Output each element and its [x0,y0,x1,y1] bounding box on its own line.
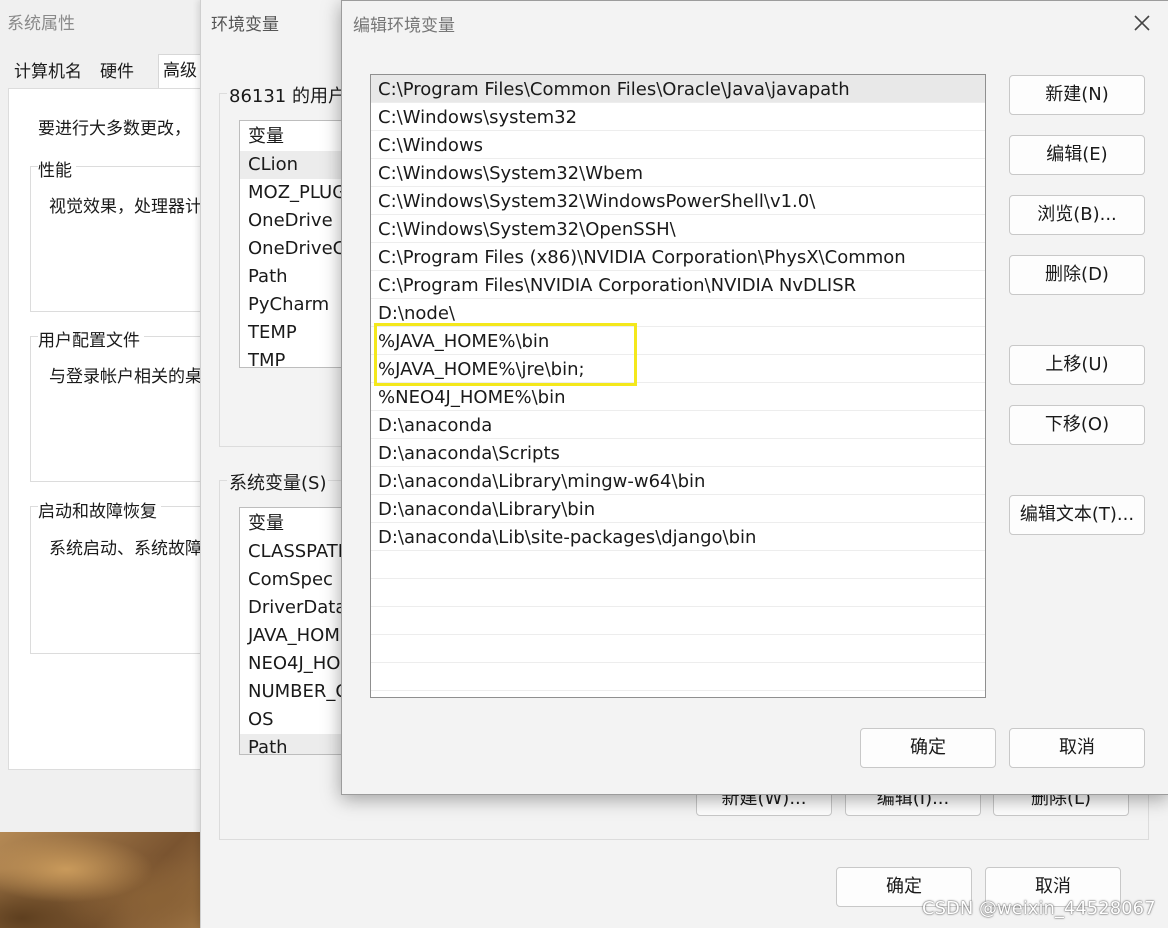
path-item[interactable]: C:\Windows\System32\Wbem [371,159,985,187]
browse-button[interactable]: 浏览(B)... [1009,195,1145,235]
system-vars-label: 系统变量(S) [227,469,329,495]
delete-button[interactable]: 删除(D) [1009,255,1145,295]
window-title: 环境变量 [211,15,279,35]
new-button[interactable]: 新建(N) [1009,75,1145,115]
path-list[interactable]: C:\Program Files\Common Files\Oracle\Jav… [370,74,986,698]
path-item[interactable]: C:\Program Files\Common Files\Oracle\Jav… [371,75,985,103]
path-item[interactable]: C:\Windows [371,131,985,159]
ok-button[interactable]: 确定 [860,728,996,768]
empty-path-item[interactable] [371,607,985,635]
tab-computer-name[interactable]: 计算机名 [10,58,86,88]
tab-hardware[interactable]: 硬件 [96,58,138,88]
window-title: 系统属性 [7,14,75,34]
empty-path-item[interactable] [371,579,985,607]
path-item[interactable]: D:\anaconda\Library\bin [371,495,985,523]
cancel-button[interactable]: 取消 [1009,728,1145,768]
close-icon[interactable] [1128,9,1156,37]
performance-text: 视觉效果，处理器计 [49,197,202,217]
path-item[interactable]: C:\Program Files\NVIDIA Corporation\NVID… [371,271,985,299]
desktop-wallpaper [0,830,220,928]
path-item[interactable]: %JAVA_HOME%\bin [371,327,985,355]
edit-environment-variable-dialog: 编辑环境变量 C:\Program Files\Common Files\Ora… [341,0,1168,795]
move-up-button[interactable]: 上移(U) [1009,345,1145,385]
edit-button[interactable]: 编辑(E) [1009,135,1145,175]
path-item[interactable]: C:\Program Files (x86)\NVIDIA Corporatio… [371,243,985,271]
path-item[interactable]: C:\Windows\System32\WindowsPowerShell\v1… [371,187,985,215]
empty-path-item[interactable] [371,635,985,663]
profile-text: 与登录帐户相关的桌 [49,367,202,387]
dialog-title: 编辑环境变量 [353,16,455,36]
path-item[interactable]: %JAVA_HOME%\jre\bin; [371,355,985,383]
path-item[interactable]: D:\anaconda\Scripts [371,439,985,467]
edit-text-button[interactable]: 编辑文本(T)... [1009,495,1145,535]
watermark: CSDN @weixin_44528067 [922,898,1156,919]
startup-text: 系统启动、系统故障 [49,539,202,559]
empty-path-item[interactable] [371,551,985,579]
performance-heading: 性能 [38,156,76,181]
path-item[interactable]: D:\anaconda\Library\mingw-w64\bin [371,467,985,495]
path-item[interactable]: D:\anaconda\Lib\site-packages\django\bin [371,523,985,551]
path-item[interactable]: %NEO4J_HOME%\bin [371,383,985,411]
empty-path-item[interactable] [371,663,985,691]
startup-heading: 启动和故障恢复 [38,497,161,522]
path-item[interactable]: C:\Windows\system32 [371,103,985,131]
path-item[interactable]: D:\anaconda [371,411,985,439]
path-item[interactable]: C:\Windows\System32\OpenSSH\ [371,215,985,243]
profile-heading: 用户配置文件 [38,326,144,351]
path-item[interactable]: D:\node\ [371,299,985,327]
move-down-button[interactable]: 下移(O) [1009,405,1145,445]
intro-text: 要进行大多数更改， [38,119,191,139]
system-properties-window: 系统属性 计算机名 硬件 高级 要进行大多数更改， 性能 视觉效果，处理器计 用… [0,0,232,832]
user-vars-label: 86131 的用户 [227,82,348,108]
